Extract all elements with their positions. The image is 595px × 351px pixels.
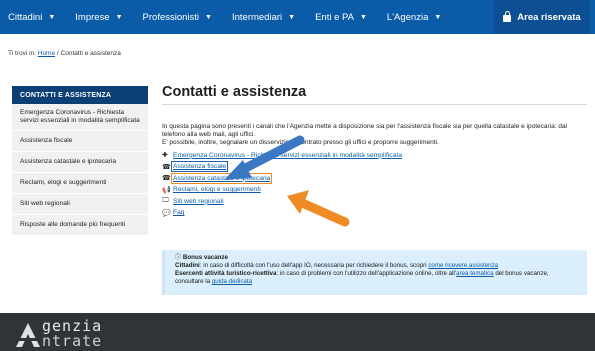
headset-icon: ☎ (162, 163, 171, 171)
notice-text: : in caso di difficoltà con l'uso dell'a… (199, 262, 429, 269)
sidebar-item-reclami[interactable]: Reclami, elogi e suggerimenti (12, 173, 148, 194)
chat-icon: 💬 (162, 209, 171, 217)
megaphone-icon: 📢 (162, 186, 171, 194)
nav-label: Intermediari (231, 11, 283, 23)
reserved-area-label: Area riservata (517, 11, 581, 23)
breadcrumb-prefix: Ti trovi in: (8, 50, 36, 57)
monitor-icon: 🖵 (162, 197, 169, 205)
list-item: 🖵 Siti web regionali (162, 196, 587, 208)
headset-icon: ☎ (162, 175, 171, 183)
chevron-down-icon: ▼ (48, 13, 56, 21)
sidebar-item-assistenza-fiscale[interactable]: Assistenza fiscale (12, 131, 148, 152)
nav-item-intermediari[interactable]: Intermediari ▼ (222, 0, 305, 34)
chevron-down-icon: ▼ (288, 13, 296, 21)
lock-icon (503, 10, 512, 22)
chevron-down-icon: ▼ (115, 13, 123, 21)
list-item: ☎ Assistenza fiscale (162, 161, 587, 173)
nav-item-cittadini[interactable]: Cittadini ▼ (0, 0, 65, 34)
breadcrumb-separator: / (56, 50, 59, 57)
nav-label: Professionisti (142, 11, 200, 23)
intro-paragraph-1: In questa pagina sono presenti i canali … (162, 123, 567, 139)
link-siti-regionali[interactable]: Siti web regionali (173, 198, 224, 205)
notice-label-cittadini: Cittadini (175, 262, 200, 269)
breadcrumb-current: Contatti e assistenza (60, 50, 121, 57)
page-title: Contatti e assistenza (162, 84, 587, 105)
notice-title-row: ⓘ Bonus vacanze (175, 254, 577, 262)
nav-item-professionisti[interactable]: Professionisti ▼ (133, 0, 222, 34)
link-faq[interactable]: Faq (173, 209, 185, 216)
nav-item-agenzia[interactable]: L'Agenzia ▼ (377, 0, 451, 34)
nav-label: Enti e PA (315, 11, 354, 23)
nav-label: Cittadini (8, 11, 43, 23)
breadcrumb: Ti trovi in: Home / Contatti e assistenz… (8, 50, 121, 57)
nav-item-enti-pa[interactable]: Enti e PA ▼ (305, 0, 377, 34)
info-icon: ⓘ (175, 254, 182, 261)
link-assistenza-catastale[interactable]: Assistenza catastale e ipotecaria (170, 172, 273, 184)
contact-links-list: ✚ Emergenza Coronavirus - Richiesta servi… (162, 150, 587, 219)
notice-text: del bonus vacanze, (493, 270, 549, 277)
notice-line-1: Cittadini: in caso di difficoltà con l'u… (175, 262, 577, 270)
breadcrumb-home-link[interactable]: Home (38, 50, 55, 57)
bonus-vacanze-notice: ⓘ Bonus vacanze Cittadini: in caso di di… (162, 250, 587, 295)
sidebar-item-siti-regionali[interactable]: Siti web regionali (12, 194, 148, 215)
link-area-tematica[interactable]: area tematica (456, 270, 494, 277)
intro-text: In questa pagina sono presenti i canali … (162, 123, 587, 148)
list-item: ✚ Emergenza Coronavirus - Richiesta servi… (162, 150, 587, 162)
chevron-down-icon: ▼ (205, 13, 212, 21)
notice-label-esercenti: Esercenti attività turistico-ricettiva (175, 270, 277, 277)
top-navigation: Cittadini ▼ Imprese ▼ Professionisti ▼ Inte… (0, 0, 595, 34)
sidebar-item-emergenza[interactable]: Emergenza Coronavirus - Richiesta serviz… (12, 104, 148, 131)
notice-title: Bonus vacanze (182, 254, 228, 261)
footer: genzia ntrate (0, 313, 595, 351)
footer-logo: genzia ntrate (42, 319, 102, 349)
sidebar: CONTATTI E ASSISTENZA Emergenza Coronavi… (12, 86, 148, 236)
list-item: 💬 Faq (162, 207, 587, 219)
notice-line-2: Esercenti attività turistico-ricettiva: … (175, 270, 577, 278)
intro-paragraph-2: E' possibile, inoltre, segnalare un diss… (162, 139, 439, 147)
main-content: Contatti e assistenza In questa pagina s… (162, 84, 587, 219)
reserved-area-button[interactable]: Area riservata (494, 0, 590, 34)
logo-line-2: ntrate (42, 332, 103, 350)
notice-line-3: consultare la guida dedicata (175, 278, 577, 286)
nav-label: L'Agenzia (386, 11, 429, 23)
chevron-down-icon: ▼ (359, 13, 367, 21)
notice-text: consultare la (175, 278, 212, 285)
nav-item-imprese[interactable]: Imprese ▼ (65, 0, 132, 34)
nav-label: Imprese (75, 11, 110, 23)
link-reclami[interactable]: Reclami, elogi e suggerimenti (173, 186, 261, 193)
link-come-ricevere-assistenza[interactable]: come ricevere assistenza (428, 262, 498, 269)
chevron-down-icon: ▼ (434, 13, 442, 21)
link-emergenza[interactable]: Emergenza Coronavirus - Richiesta serviz… (173, 152, 402, 159)
link-guida-dedicata[interactable]: guida dedicata (212, 278, 252, 285)
sidebar-item-faq[interactable]: Risposte alle domande più frequenti (12, 215, 148, 236)
link-assistenza-fiscale[interactable]: Assistenza fiscale (170, 161, 229, 173)
list-item: ☎ Assistenza catastale e ipotecaria (162, 172, 587, 185)
sidebar-item-assistenza-catastale[interactable]: Assistenza catastale e ipotecaria (12, 152, 148, 173)
plus-icon: ✚ (162, 152, 168, 160)
sidebar-title: CONTATTI E ASSISTENZA (12, 86, 148, 104)
notice-text: : in caso di problemi con l'utilizzo del… (276, 270, 457, 277)
list-item: 📢 Reclami, elogi e suggerimenti (162, 184, 587, 196)
agenzia-logo-icon (16, 323, 40, 347)
